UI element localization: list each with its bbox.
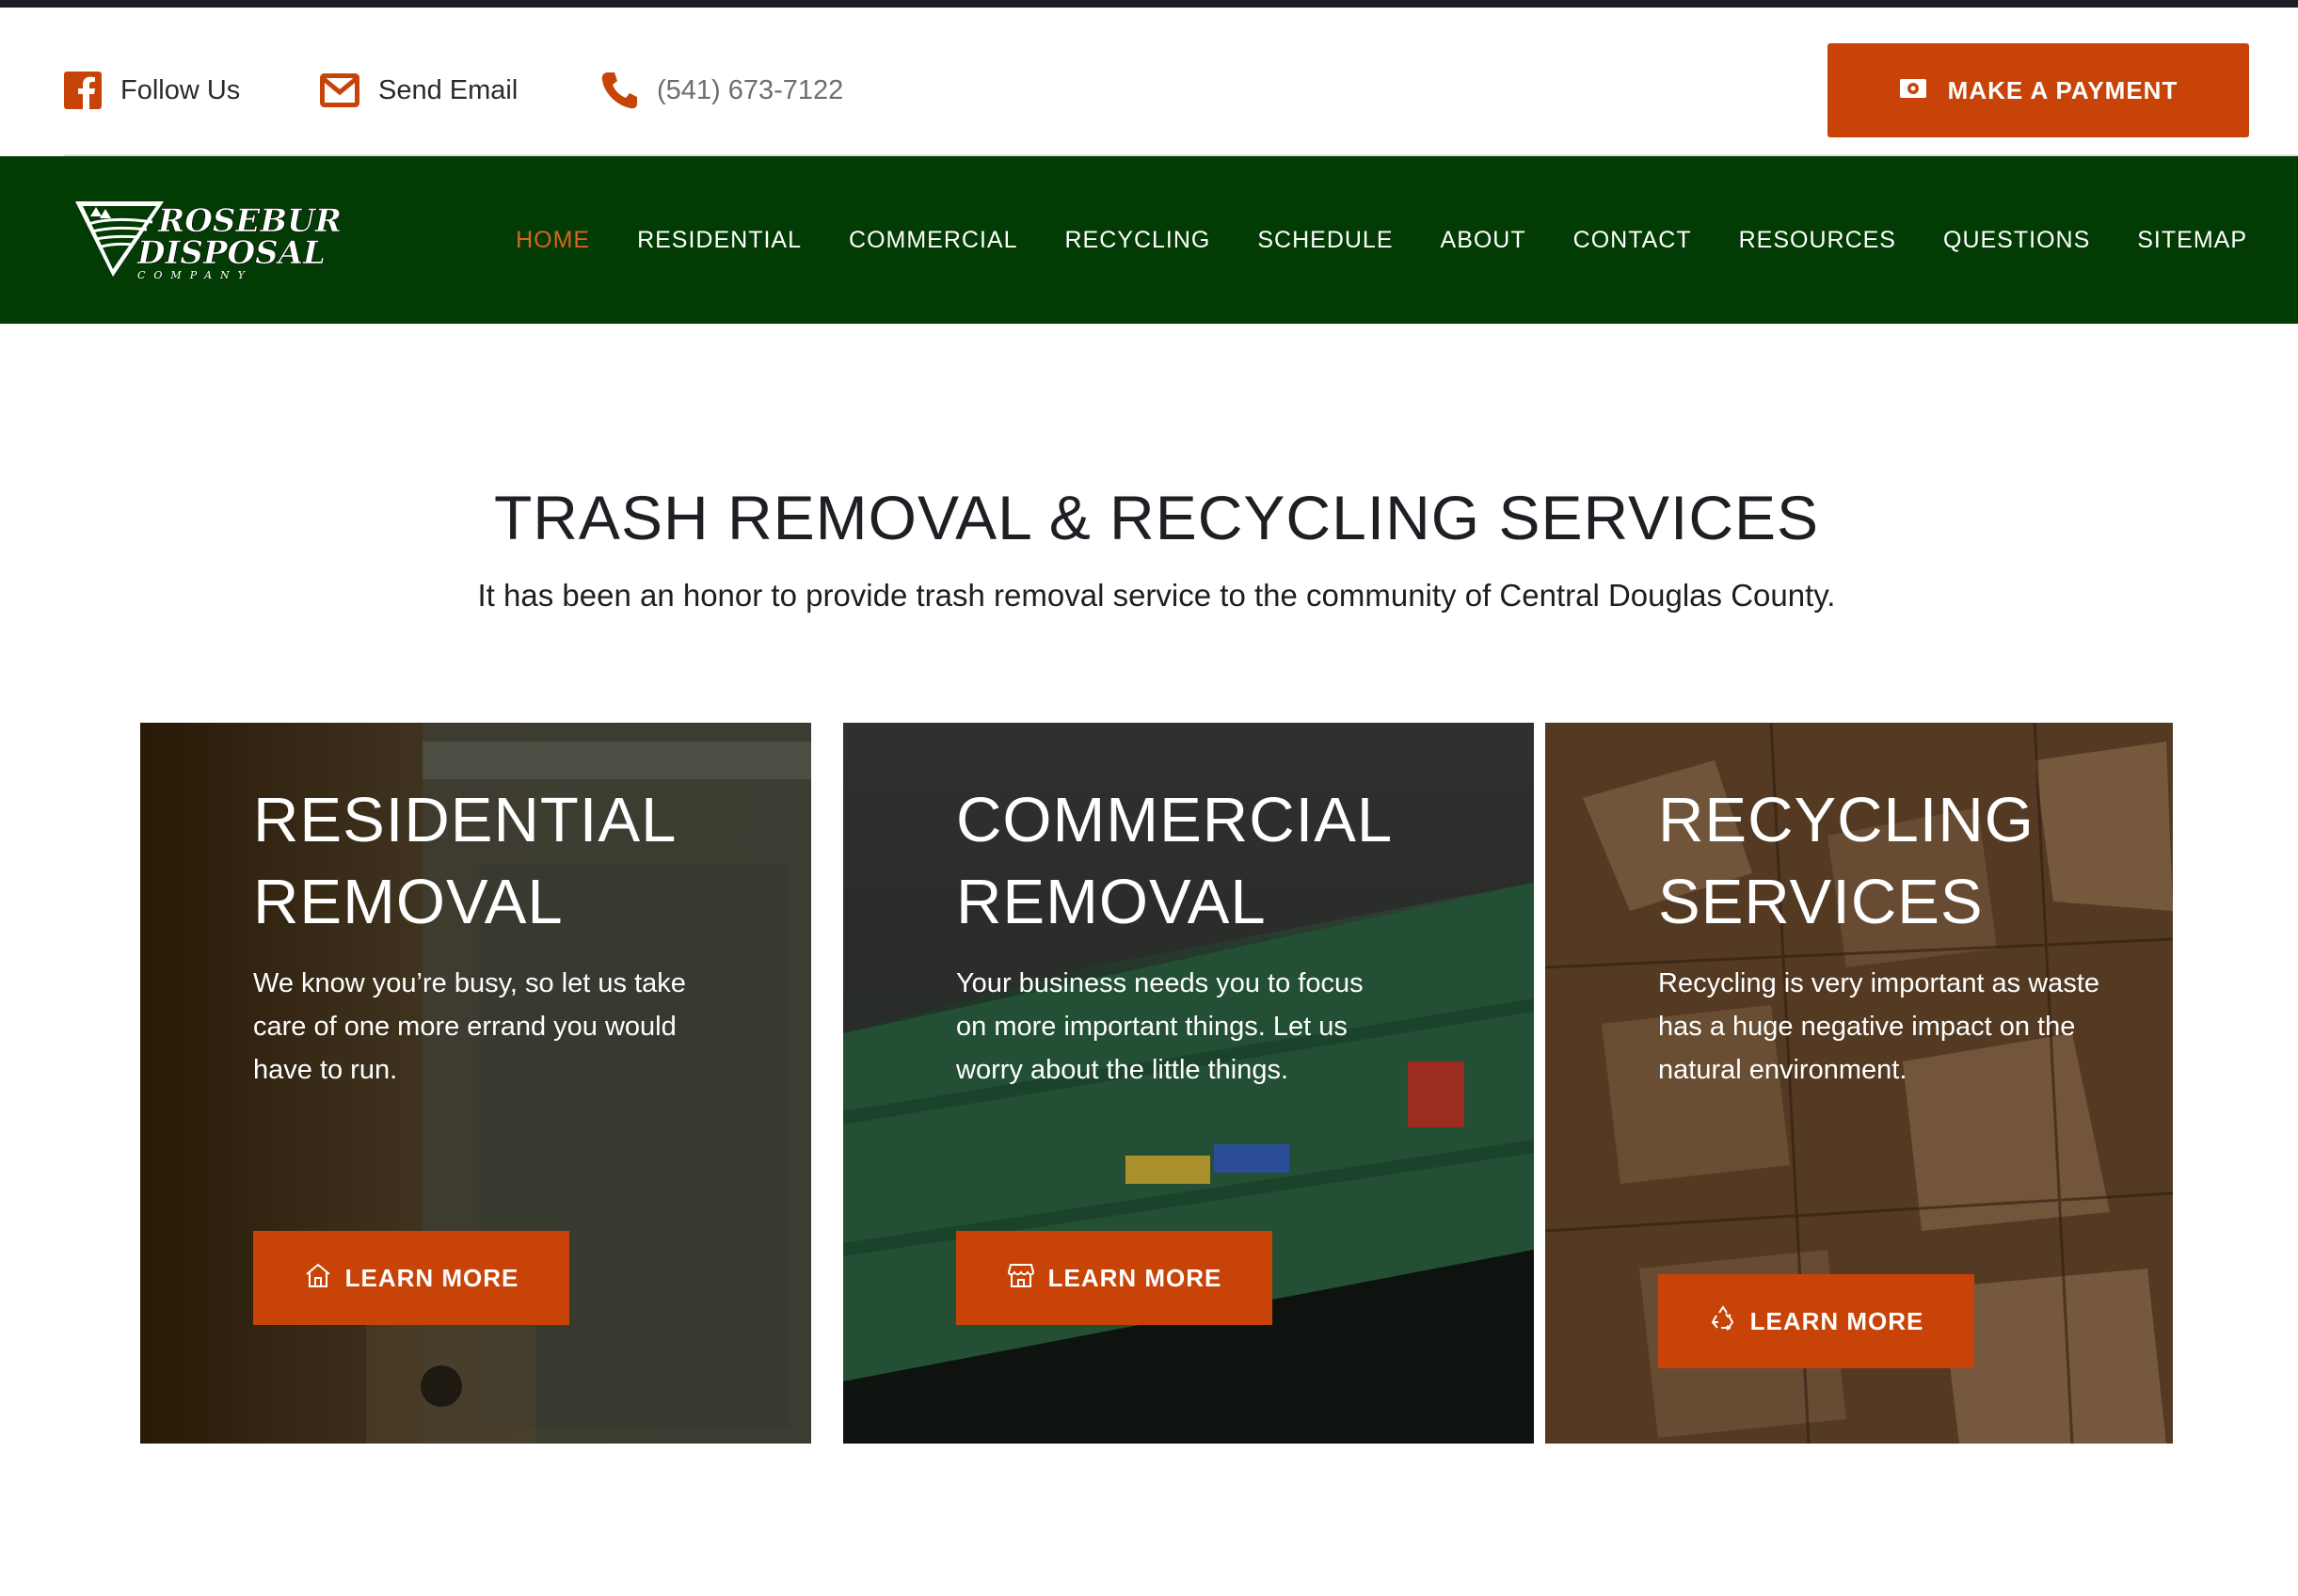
phone-icon xyxy=(600,71,638,110)
nav-item-resources[interactable]: RESOURCES xyxy=(1739,227,1896,254)
card-title-line1: RESIDENTIAL xyxy=(253,785,678,855)
card-title-line1: COMMERCIAL xyxy=(956,785,1394,855)
card-description: Your business needs you to focus on more… xyxy=(956,968,1364,1085)
top-accent-strip xyxy=(0,0,2298,8)
main-navbar: ROSEBURG DISPOSAL COMPANY HOME RESIDENTI… xyxy=(0,156,2298,324)
learn-more-commercial-button[interactable]: LEARN MORE xyxy=(956,1231,1272,1325)
nav-item-home[interactable]: HOME xyxy=(516,227,590,254)
card-title-line2: REMOVAL xyxy=(956,867,1267,937)
card-title: COMMERCIAL REMOVAL xyxy=(956,779,1398,943)
nav-item-recycling[interactable]: RECYCLING xyxy=(1064,227,1210,254)
nav-item-residential[interactable]: RESIDENTIAL xyxy=(637,227,802,254)
home-icon xyxy=(304,1262,332,1295)
primary-nav: HOME RESIDENTIAL COMMERCIAL RECYCLING SC… xyxy=(516,156,2247,324)
learn-more-residential-button[interactable]: LEARN MORE xyxy=(253,1231,569,1325)
nav-item-sitemap[interactable]: SITEMAP xyxy=(2137,227,2247,254)
learn-more-recycling-button[interactable]: LEARN MORE xyxy=(1658,1274,1974,1368)
nav-item-contact[interactable]: CONTACT xyxy=(1573,227,1692,254)
service-card-commercial: COMMERCIAL REMOVAL Your business needs y… xyxy=(843,723,1534,1444)
roseburg-disposal-logo[interactable]: ROSEBURG DISPOSAL COMPANY xyxy=(72,196,369,281)
service-card-recycling: RECYCLING SERVICES Recycling is very imp… xyxy=(1545,723,2173,1444)
follow-us-label: Follow Us xyxy=(120,74,241,105)
card-description: Recycling is very important as waste has… xyxy=(1658,968,2099,1085)
recycle-icon xyxy=(1709,1304,1737,1338)
money-icon xyxy=(1899,76,1927,105)
card-title: RESIDENTIAL REMOVAL xyxy=(253,779,695,943)
page-subtitle: It has been an honor to provide trash re… xyxy=(477,578,1836,613)
learn-more-label: LEARN MORE xyxy=(344,1263,519,1292)
nav-item-about[interactable]: ABOUT xyxy=(1441,227,1526,254)
make-payment-label: MAKE A PAYMENT xyxy=(1947,75,2178,104)
card-title-line2: SERVICES xyxy=(1658,867,1984,937)
learn-more-label: LEARN MORE xyxy=(1047,1263,1222,1292)
phone-number: (541) 673-7122 xyxy=(657,74,844,105)
nav-item-schedule[interactable]: SCHEDULE xyxy=(1257,227,1393,254)
service-card-residential: RESIDENTIAL REMOVAL We know you’re busy,… xyxy=(140,723,811,1444)
send-email-link[interactable]: Send Email xyxy=(320,70,518,111)
card-content: RESIDENTIAL REMOVAL We know you’re busy,… xyxy=(253,779,695,1092)
card-title: RECYCLING SERVICES xyxy=(1658,779,2100,943)
phone-link[interactable]: (541) 673-7122 xyxy=(600,70,843,111)
follow-us-link[interactable]: Follow Us xyxy=(64,70,240,111)
nav-item-questions[interactable]: QUESTIONS xyxy=(1943,227,2090,254)
card-description: We know you’re busy, so let us take care… xyxy=(253,968,686,1085)
nav-item-commercial[interactable]: COMMERCIAL xyxy=(849,227,1017,254)
page-title: TRASH REMOVAL & RECYCLING SERVICES xyxy=(493,483,1820,552)
card-content: RECYCLING SERVICES Recycling is very imp… xyxy=(1658,779,2100,1092)
top-bar: Follow Us Send Email (541) 673-7122 MAKE xyxy=(0,8,2298,156)
facebook-icon xyxy=(64,72,102,109)
learn-more-label: LEARN MORE xyxy=(1749,1306,1924,1335)
make-payment-button[interactable]: MAKE A PAYMENT xyxy=(1827,43,2249,137)
send-email-label: Send Email xyxy=(378,74,519,105)
logo-text-disposal: DISPOSAL xyxy=(136,234,326,272)
storefront-icon xyxy=(1007,1262,1035,1295)
card-content: COMMERCIAL REMOVAL Your business needs y… xyxy=(956,779,1398,1092)
card-title-line2: REMOVAL xyxy=(253,867,564,937)
logo-text-company: COMPANY xyxy=(137,269,253,280)
mail-icon xyxy=(320,73,359,107)
card-title-line1: RECYCLING xyxy=(1658,785,2035,855)
